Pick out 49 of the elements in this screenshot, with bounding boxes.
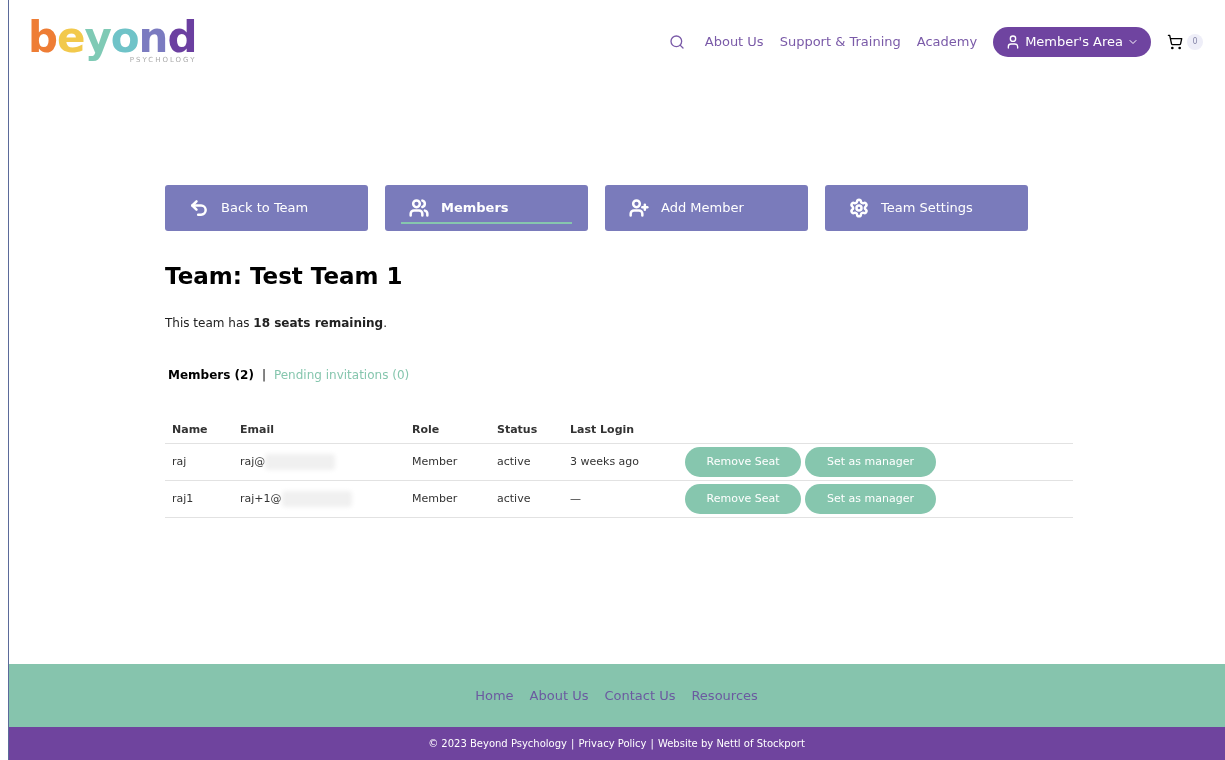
column-header: Status <box>497 423 538 436</box>
members-area-button[interactable]: Member's Area <box>993 27 1151 57</box>
tab-separator: | <box>261 366 266 384</box>
team-title: Team: Test Team 1 <box>165 262 404 291</box>
nav-link[interactable]: About Us <box>704 32 764 52</box>
table-cell-text: raj+1@ <box>240 490 282 507</box>
members-area-label: Member's Area <box>1025 33 1123 52</box>
column-header: Email <box>240 423 274 436</box>
table-cell: raj <box>172 454 187 468</box>
set-manager-button[interactable]: Set as manager <box>805 484 936 514</box>
footer-link[interactable]: Contact Us <box>604 685 676 706</box>
remove-seat-button[interactable]: Remove Seat <box>685 447 801 477</box>
footer-link[interactable]: About Us <box>529 685 589 706</box>
set-manager-button[interactable]: Set as manager <box>805 447 936 477</box>
table-cell: Member <box>412 491 458 505</box>
search-icon[interactable] <box>668 34 685 50</box>
footer-link[interactable]: Privacy Policy <box>578 736 647 751</box>
remove-seat-button[interactable]: Remove Seat <box>685 484 801 514</box>
table-cell: Member <box>412 454 458 468</box>
footer-separator: | <box>650 737 654 751</box>
copyright-text: © 2023 Beyond Psychology <box>428 737 567 751</box>
settings-icon <box>849 198 869 218</box>
list-tab[interactable]: Members (2) <box>168 365 254 384</box>
footer-link[interactable]: Resources <box>691 685 758 706</box>
column-header: Role <box>412 423 440 436</box>
table-cell: raj1 <box>172 491 194 505</box>
seats-text: This team has 18 seats remaining. <box>165 314 388 332</box>
column-header: Name <box>172 423 208 436</box>
add-user-icon <box>629 198 649 218</box>
footer-link[interactable]: Website by Nettl of Stockport <box>657 736 805 751</box>
cart-count: 0 <box>1187 34 1203 50</box>
team-nav-button[interactable]: Add Member <box>605 185 808 231</box>
column-header: Last Login <box>570 423 635 436</box>
team-nav-button[interactable]: Back to Team <box>165 185 368 231</box>
nav-link[interactable]: Academy <box>916 32 978 52</box>
table-cell: — <box>570 491 581 505</box>
table-cell: 3 weeks ago <box>570 454 640 468</box>
table-cell: active <box>497 491 531 505</box>
footer-separator: | <box>571 737 575 751</box>
cart-icon[interactable] <box>1167 34 1183 50</box>
nav-link[interactable]: Support & Training <box>779 32 901 52</box>
back-arrow-icon <box>189 198 209 218</box>
team-nav-button[interactable]: Team Settings <box>825 185 1028 231</box>
table-cell-text: raj@ <box>240 453 266 470</box>
table-cell: active <box>497 454 531 468</box>
footer-link[interactable]: Home <box>475 685 514 706</box>
list-tab[interactable]: Pending invitations (0) <box>273 365 410 384</box>
team-nav-button[interactable]: Members <box>385 185 588 231</box>
users-icon <box>409 198 429 218</box>
